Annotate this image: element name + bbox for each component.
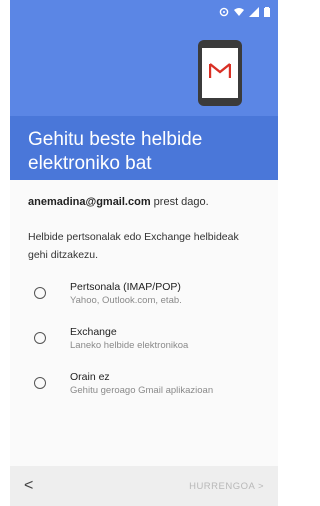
radio-button[interactable]: [34, 287, 46, 299]
radio-button[interactable]: [34, 332, 46, 344]
main-content: anemadina@gmail.com prest dago. Helbide …: [10, 180, 278, 397]
status-bar: [10, 0, 278, 22]
radio-button[interactable]: [34, 377, 46, 389]
email-address: anemadina@gmail.com: [28, 196, 151, 208]
option-subtitle: Gehitu geroago Gmail aplikazioan: [70, 385, 214, 396]
option-not-now[interactable]: Orain ez Gehitu geroago Gmail aplikazioa…: [28, 370, 260, 397]
option-title: Exchange: [70, 326, 117, 338]
page-title: Gehitu beste helbide elektroniko bat: [28, 129, 203, 174]
bottom-nav-bar: < HURRENGOA >: [10, 466, 278, 506]
option-subtitle: Yahoo, Outlook.com, etab.: [70, 295, 182, 306]
phone-illustration: [198, 40, 242, 106]
option-personal[interactable]: Pertsonala (IMAP/POP) Yahoo, Outlook.com…: [28, 280, 260, 307]
option-title: Pertsonala (IMAP/POP): [70, 281, 181, 293]
status-icons: [219, 4, 270, 22]
option-subtitle: Laneko helbide elektronikoa: [70, 340, 189, 351]
signal-icon: [249, 4, 259, 22]
chevron-left-icon[interactable]: <: [24, 477, 33, 495]
option-exchange[interactable]: Exchange Laneko helbide elektronikoa: [28, 325, 260, 352]
header-illustration: [10, 22, 278, 116]
title-band: Gehitu beste helbide elektroniko bat: [10, 116, 278, 180]
phone-screen: Gehitu beste helbide elektroniko bat ane…: [10, 0, 278, 506]
wifi-icon: [234, 4, 244, 22]
option-title: Orain ez: [70, 371, 110, 383]
email-status-suffix: prest dago.: [150, 196, 209, 208]
description: Helbide pertsonalak edo Exchange helbide…: [28, 231, 239, 261]
gmail-logo-icon: [208, 62, 232, 84]
device-screen: [202, 48, 238, 98]
next-button[interactable]: HURRENGOA >: [189, 481, 264, 492]
battery-icon: [264, 4, 270, 22]
email-status: anemadina@gmail.com prest dago.: [28, 196, 260, 208]
alarm-icon: [219, 4, 229, 22]
